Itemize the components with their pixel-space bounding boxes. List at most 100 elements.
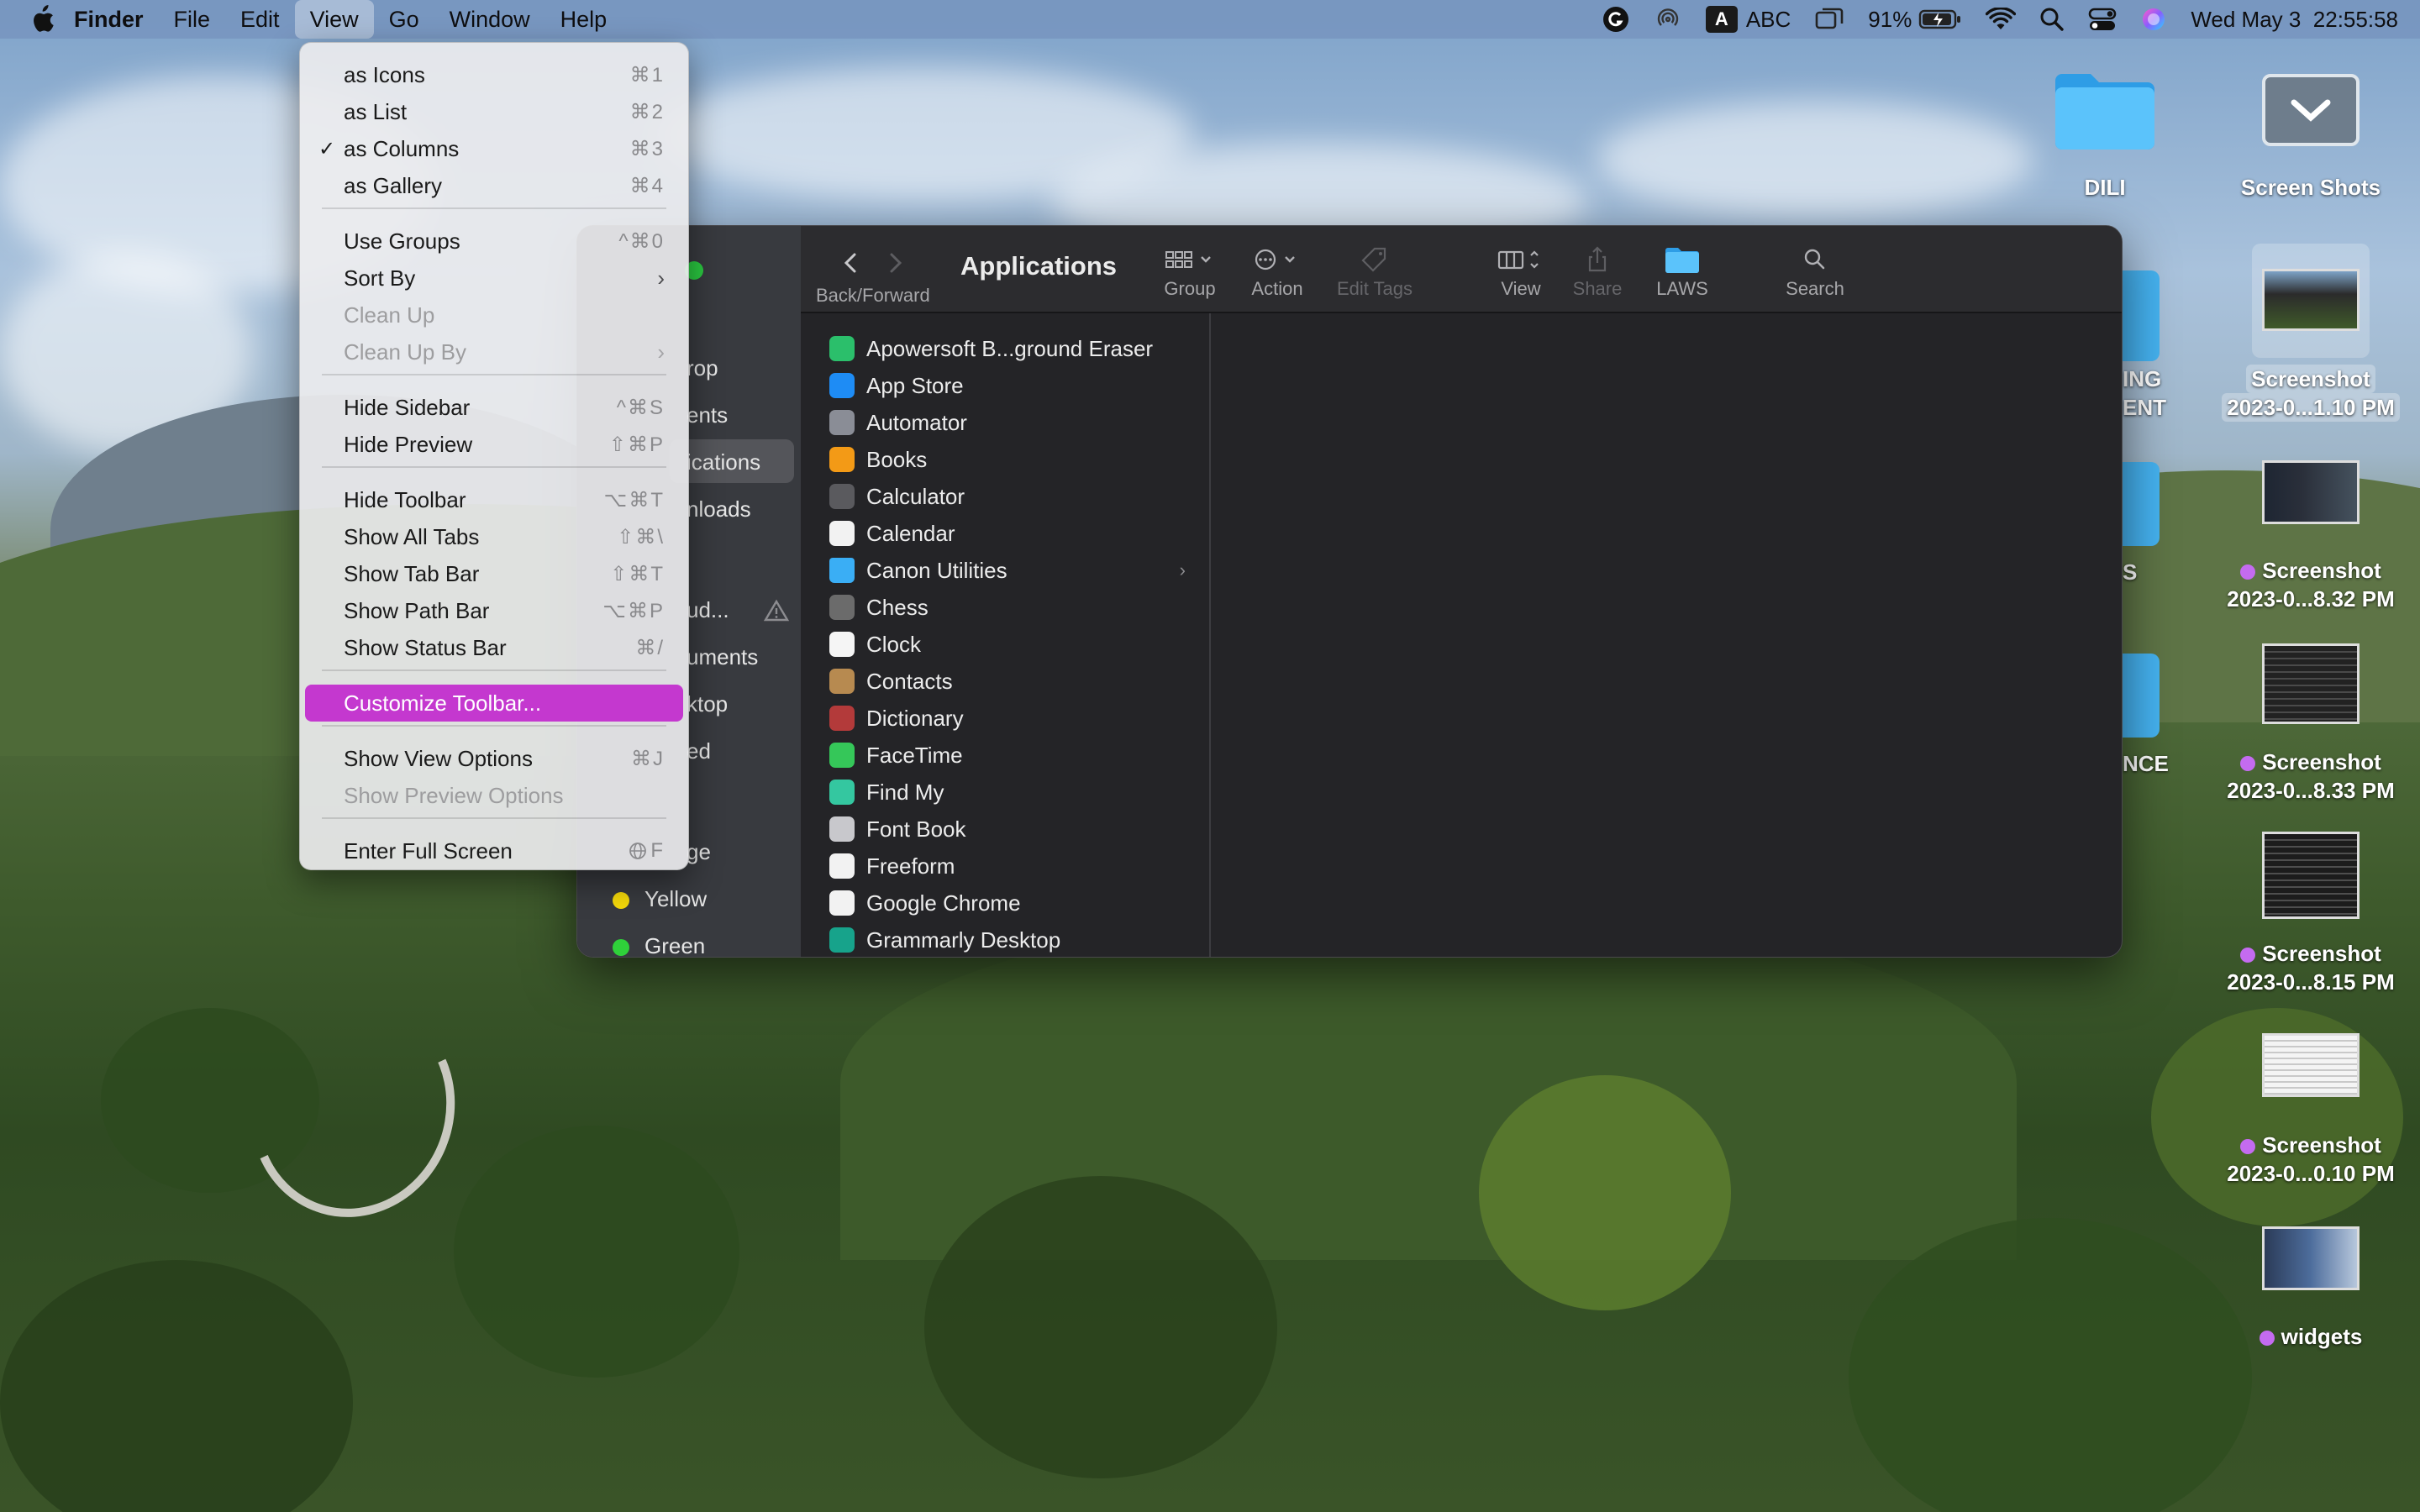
laws-label: LAWS: [1656, 278, 1708, 299]
search-label: Search: [1786, 278, 1844, 299]
menu-item-hide-preview[interactable]: Hide Preview ⇧⌘P: [305, 426, 683, 463]
app-list-item[interactable]: Find My: [801, 774, 1211, 811]
screen-mirroring-icon[interactable]: [1814, 6, 1844, 33]
menu-item-hide-sidebar[interactable]: Hide Sidebar ^⌘S: [305, 389, 683, 426]
forward-button[interactable]: [878, 246, 912, 280]
menu-item-show-tab-bar[interactable]: Show Tab Bar ⇧⌘T: [305, 555, 683, 592]
desktop-folder-dili[interactable]: [2050, 62, 2160, 159]
menu-item-show-all-tabs[interactable]: Show All Tabs ⇧⌘\: [305, 518, 683, 555]
app-list-item[interactable]: Calculator: [801, 478, 1211, 515]
desktop-screenshot-1[interactable]: [2252, 244, 2370, 358]
menu-separator: [322, 207, 666, 209]
app-list-item[interactable]: Contacts: [801, 663, 1211, 700]
menu-item-label: as Icons: [344, 61, 425, 87]
sidebar-item-applications[interactable]: ications: [687, 449, 760, 475]
sidebar-item-desktop[interactable]: ktop: [687, 691, 728, 717]
menu-window[interactable]: Window: [434, 0, 545, 39]
partial-folder-1[interactable]: [2121, 270, 2160, 361]
clock-datetime[interactable]: Wed May 3 22:55:58: [2191, 7, 2398, 33]
sidebar-item-orange-tag[interactable]: ge: [687, 839, 711, 865]
siri-icon[interactable]: [2140, 6, 2167, 33]
app-list-item[interactable]: Books: [801, 441, 1211, 478]
grammarly-icon[interactable]: [1602, 5, 1630, 34]
sidebar-item-recents[interactable]: ents: [687, 402, 728, 428]
menu-item-hide-toolbar[interactable]: Hide Toolbar ⌥⌘T: [305, 481, 683, 518]
desktop-screenshot-6[interactable]: [2262, 1226, 2360, 1290]
menu-file[interactable]: File: [159, 0, 226, 39]
menu-help[interactable]: Help: [545, 0, 623, 39]
menu-view[interactable]: View: [294, 0, 374, 39]
menu-item-show-view-options[interactable]: Show View Options ⌘J: [305, 740, 683, 777]
menu-item-show-path-bar[interactable]: Show Path Bar ⌥⌘P: [305, 592, 683, 629]
app-list-item[interactable]: Apowersoft B...ground Eraser: [801, 330, 1211, 367]
app-name: App Store: [866, 372, 964, 398]
app-list-item[interactable]: Grammarly Desktop: [801, 921, 1211, 957]
sidebar-tag-green[interactable]: Green: [613, 933, 705, 957]
menu-item-as-columns[interactable]: ✓ as Columns ⌘3: [305, 130, 683, 167]
spotlight-icon[interactable]: [2039, 7, 2065, 32]
airdrop-icon[interactable]: [1654, 5, 1682, 34]
app-list-item[interactable]: Automator: [801, 404, 1211, 441]
menu-item-sort-by[interactable]: Sort By ›: [305, 260, 683, 297]
partial-folder-3[interactable]: [2121, 654, 2160, 738]
wifi-icon[interactable]: [1986, 8, 2017, 31]
partial-folder-2[interactable]: [2121, 462, 2160, 546]
control-center-icon[interactable]: [2088, 7, 2117, 32]
menu-item-as-list[interactable]: as List ⌘2: [305, 93, 683, 130]
desktop-screenshot-5[interactable]: [2262, 1033, 2360, 1097]
app-store-icon: [829, 373, 855, 398]
app-list-item[interactable]: App Store: [801, 367, 1211, 404]
sidebar-tag-yellow[interactable]: Yellow: [613, 886, 707, 912]
group-button[interactable]: Group: [1144, 241, 1236, 300]
app-list-item[interactable]: Clock: [801, 626, 1211, 663]
app-list-item[interactable]: Canon Utilities ›: [801, 552, 1211, 589]
desktop-screenshot-4[interactable]: [2262, 832, 2360, 919]
menu-finder[interactable]: Finder: [59, 0, 159, 39]
app-list-item[interactable]: Calendar: [801, 515, 1211, 552]
app-list-item[interactable]: Font Book: [801, 811, 1211, 848]
menu-item-as-gallery[interactable]: as Gallery ⌘4: [305, 167, 683, 204]
sidebar-item-airdrop[interactable]: rop: [687, 355, 718, 381]
menu-separator: [322, 374, 666, 375]
app-name: Calendar: [866, 520, 955, 546]
sidebar-item-downloads[interactable]: nloads: [687, 496, 751, 522]
shortcut-label: ⌥⌘T: [603, 488, 665, 512]
input-source-icon[interactable]: A ABC: [1705, 6, 1791, 33]
menu-item-use-groups[interactable]: Use Groups ^⌘0: [305, 223, 683, 260]
edit-tags-button[interactable]: Edit Tags: [1320, 241, 1429, 300]
menu-edit[interactable]: Edit: [225, 0, 295, 39]
app-list-item[interactable]: Freeform: [801, 848, 1211, 885]
menu-item-label: as Gallery: [344, 172, 443, 198]
action-button[interactable]: Action: [1231, 241, 1323, 300]
desktop-screenshot-2[interactable]: [2262, 460, 2360, 524]
sidebar-item-documents[interactable]: uments: [687, 644, 758, 670]
menu-item-enter-full-screen[interactable]: Enter Full Screen F: [305, 832, 683, 869]
sidebar-item-shared[interactable]: ed: [687, 738, 711, 764]
menu-item-as-icons[interactable]: as Icons ⌘1: [305, 56, 683, 93]
view-button[interactable]: View: [1483, 241, 1559, 300]
back-button[interactable]: [834, 246, 868, 280]
desktop-folder-screen-shots[interactable]: [2260, 72, 2361, 152]
calendar-icon: [829, 521, 855, 546]
desktop-screenshot-3[interactable]: [2262, 643, 2360, 724]
menu-item-customize-toolbar[interactable]: Customize Toolbar...: [305, 685, 683, 722]
battery-icon: [1919, 9, 1961, 29]
laws-folder-button[interactable]: LAWS: [1644, 241, 1720, 300]
app-list-item[interactable]: Chess: [801, 589, 1211, 626]
battery-status[interactable]: 91%: [1868, 7, 1962, 33]
search-button[interactable]: Search: [1777, 241, 1853, 300]
share-button[interactable]: Share: [1564, 241, 1631, 300]
app-name: Font Book: [866, 816, 966, 842]
checkmark-icon: ✓: [318, 137, 336, 160]
menu-item-show-status-bar[interactable]: Show Status Bar ⌘/: [305, 629, 683, 666]
apple-icon[interactable]: [25, 0, 59, 39]
menu-separator: [322, 725, 666, 727]
shortcut-label: ⇧⌘T: [610, 562, 665, 585]
sidebar-item-icloud[interactable]: ud...: [687, 597, 796, 623]
app-list-item[interactable]: Google Chrome: [801, 885, 1211, 921]
columns-icon: [1497, 250, 1539, 270]
app-list-item[interactable]: FaceTime: [801, 737, 1211, 774]
menu-go[interactable]: Go: [374, 0, 434, 39]
app-list-item[interactable]: Dictionary: [801, 700, 1211, 737]
preview-column: [1213, 313, 2122, 957]
